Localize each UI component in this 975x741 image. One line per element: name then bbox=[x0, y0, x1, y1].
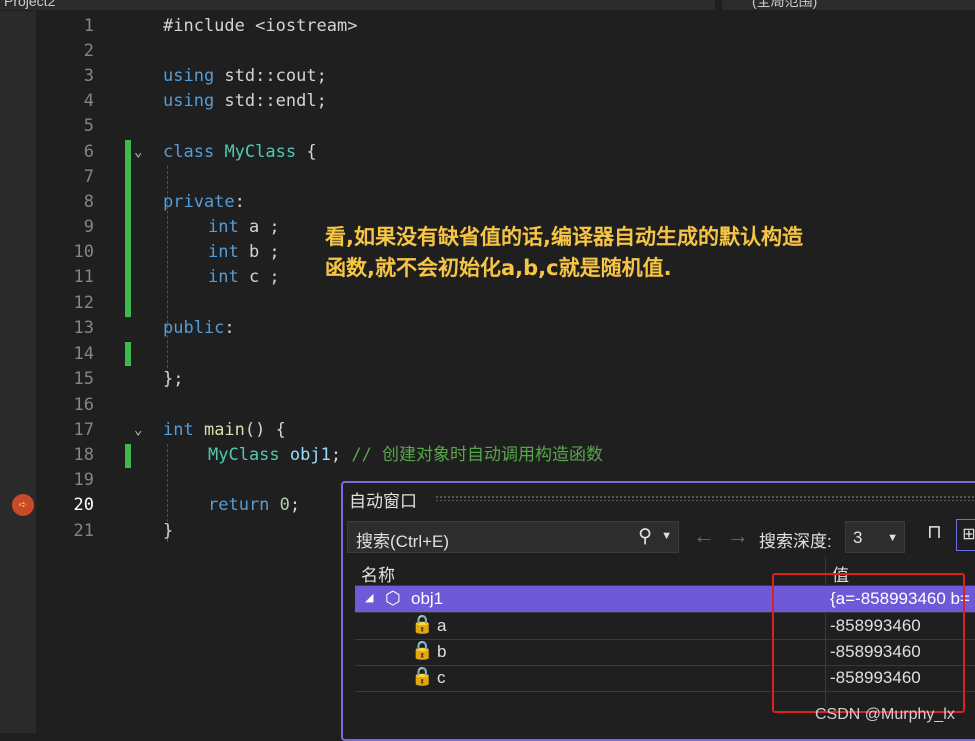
line-number: 7 bbox=[83, 167, 94, 187]
line-number: 20 bbox=[73, 495, 94, 515]
code-line[interactable]: MyClass obj1; // 创建对象时自动调用构造函数 bbox=[208, 443, 603, 468]
search-placeholder: 搜索(Ctrl+E) bbox=[356, 532, 450, 551]
row-name: a bbox=[437, 616, 447, 635]
line-number: 6 bbox=[83, 142, 94, 162]
line-number: 18 bbox=[73, 445, 94, 465]
row-name: c bbox=[437, 668, 446, 687]
scope-selector[interactable]: (全局范围) bbox=[722, 0, 975, 10]
row-name: obj1 bbox=[411, 589, 444, 608]
top-bar: Project2 (全局范围) bbox=[0, 0, 975, 11]
highlight-box bbox=[772, 573, 965, 713]
code-line[interactable]: int b ; bbox=[208, 240, 280, 265]
search-depth-select[interactable]: 3 ▼ bbox=[845, 521, 905, 553]
row-name: b bbox=[437, 642, 447, 661]
chevron-down-icon[interactable]: ⌄ bbox=[134, 140, 142, 165]
code-line[interactable]: using std::cout; bbox=[163, 64, 327, 89]
line-number: 11 bbox=[73, 267, 94, 287]
private-field-icon: 🔒 bbox=[411, 666, 434, 686]
annotation-line: 函数,就不会初始化a,b,c就是随机值. bbox=[325, 256, 672, 280]
line-number: 19 bbox=[73, 470, 94, 490]
view-structure-icon[interactable]: ⊞ bbox=[956, 519, 975, 551]
autos-window-title: 自动窗口 bbox=[349, 492, 417, 511]
line-number: 9 bbox=[83, 217, 94, 237]
code-line[interactable]: public: bbox=[163, 316, 235, 341]
search-depth-label: 搜索深度: bbox=[759, 532, 832, 551]
line-number: 8 bbox=[83, 192, 94, 212]
line-number: 17 bbox=[73, 420, 94, 440]
indicator-margin[interactable] bbox=[0, 11, 36, 733]
line-number: 10 bbox=[73, 242, 94, 262]
code-line[interactable]: #include <iostream> bbox=[163, 14, 357, 39]
drag-grip[interactable] bbox=[435, 495, 975, 501]
code-line[interactable]: class MyClass { bbox=[163, 140, 317, 165]
code-line[interactable]: using std::endl; bbox=[163, 89, 327, 114]
line-number: 1 bbox=[83, 16, 94, 36]
search-depth-value: 3 bbox=[853, 528, 863, 547]
scope-name: (全局范围) bbox=[752, 0, 818, 9]
line-number: 12 bbox=[73, 293, 94, 313]
watermark: CSDN @Murphy_lx bbox=[815, 706, 955, 723]
object-icon: ⬡ bbox=[385, 588, 401, 608]
collapse-triangle-icon[interactable]: ◢ bbox=[365, 591, 373, 604]
search-input[interactable]: 搜索(Ctrl+E) ⚲ ▼ bbox=[347, 521, 679, 553]
code-line[interactable]: int c ; bbox=[208, 265, 280, 290]
code-line[interactable]: int main() { bbox=[163, 418, 286, 443]
current-statement-arrow-icon: ➪ bbox=[12, 494, 34, 516]
code-line[interactable]: private: bbox=[163, 190, 245, 215]
arrow-left-icon[interactable]: ← bbox=[693, 523, 715, 549]
private-field-icon: 🔒 bbox=[411, 614, 434, 634]
line-number: 16 bbox=[73, 395, 94, 415]
chevron-down-icon[interactable]: ▼ bbox=[661, 530, 672, 542]
chevron-down-icon[interactable]: ⌄ bbox=[134, 418, 142, 443]
code-line[interactable]: int a ; bbox=[208, 215, 280, 240]
code-line[interactable]: }; bbox=[163, 367, 183, 392]
line-number: 21 bbox=[73, 521, 94, 541]
line-number: 14 bbox=[73, 344, 94, 364]
line-number: 3 bbox=[83, 66, 94, 86]
line-number: 2 bbox=[83, 41, 94, 61]
annotation-text: 看,如果没有缺省值的话,编译器自动生成的默认构造 函数,就不会初始化a,b,c就… bbox=[325, 222, 925, 284]
line-number: 4 bbox=[83, 91, 94, 111]
line-number: 13 bbox=[73, 318, 94, 338]
search-icon[interactable]: ⚲ bbox=[638, 525, 652, 548]
arrow-right-icon[interactable]: → bbox=[727, 523, 749, 549]
annotation-line: 看,如果没有缺省值的话,编译器自动生成的默认构造 bbox=[325, 225, 803, 249]
column-header-name[interactable]: 名称 bbox=[361, 561, 395, 586]
pin-icon[interactable]: ⊓ bbox=[927, 521, 942, 544]
project-name: Project2 bbox=[4, 0, 56, 9]
line-number: 15 bbox=[73, 369, 94, 389]
chevron-down-icon: ▼ bbox=[887, 532, 898, 544]
line-number: 5 bbox=[83, 116, 94, 136]
project-selector[interactable]: Project2 bbox=[0, 0, 715, 10]
code-line[interactable]: } bbox=[163, 519, 173, 544]
private-field-icon: 🔒 bbox=[411, 640, 434, 660]
code-line[interactable]: return 0; bbox=[208, 493, 300, 518]
